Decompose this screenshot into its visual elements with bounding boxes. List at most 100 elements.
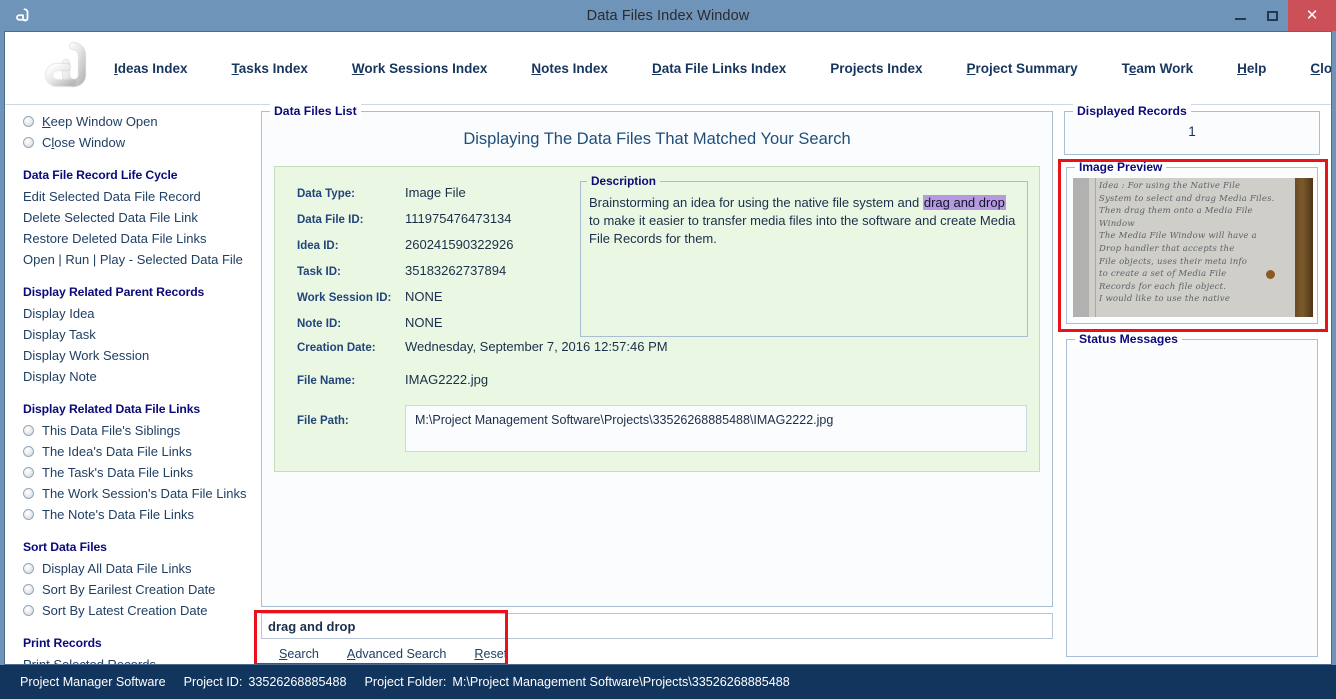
field-label: Data Type: bbox=[297, 188, 355, 200]
sidebar-radio-sort-by-earliest-creation-date[interactable]: Sort By Earilest Creation Date bbox=[23, 579, 253, 600]
sidebar-group-title-related-data-file-links: Display Related Data File Links bbox=[23, 402, 201, 416]
sidebar-item-print-selected-records[interactable]: Print Selected Records bbox=[23, 654, 253, 664]
description-highlight: drag and drop bbox=[922, 195, 1006, 210]
search-button[interactable]: Search bbox=[279, 647, 319, 661]
close-button[interactable]: ✕ bbox=[1288, 0, 1336, 31]
radio-icon[interactable] bbox=[23, 467, 34, 478]
sidebar-option-close-window[interactable]: Close Window bbox=[23, 132, 253, 153]
menu-item-tasks-index[interactable]: Tasks Index bbox=[232, 61, 308, 76]
reset-button[interactable]: Reset bbox=[474, 647, 507, 661]
application-window: Data Files Index Window ✕ Ideas Index Ta… bbox=[0, 0, 1336, 699]
search-input[interactable] bbox=[261, 613, 1053, 639]
minimize-button[interactable] bbox=[1224, 0, 1256, 31]
image-preview-thumbnail[interactable]: Idea : For using the Native File System … bbox=[1073, 178, 1313, 317]
desk-edge bbox=[1295, 178, 1313, 317]
radio-icon[interactable] bbox=[23, 137, 34, 148]
menu-item-projects-index[interactable]: Projects Index bbox=[830, 61, 922, 76]
sidebar-radio-label: Sort By Latest Creation Date bbox=[42, 603, 208, 618]
menu-item-help[interactable]: Help bbox=[1237, 61, 1266, 76]
sidebar-radio-this-data-files-siblings[interactable]: This Data File's Siblings bbox=[23, 420, 253, 441]
sidebar-item-display-work-session[interactable]: Display Work Session bbox=[23, 345, 253, 366]
description-legend: Description bbox=[587, 174, 660, 188]
radio-icon[interactable] bbox=[23, 425, 34, 436]
sidebar-item-display-note[interactable]: Display Note bbox=[23, 366, 253, 387]
handwritten-note-text: Idea : For using the Native File System … bbox=[1099, 181, 1275, 305]
status-project-folder-value: M:\Project Management Software\Projects\… bbox=[452, 675, 790, 689]
sidebar-option-label: Close Window bbox=[42, 135, 126, 150]
sidebar-item-display-idea[interactable]: Display Idea bbox=[23, 303, 253, 324]
status-app-name: Project Manager Software bbox=[20, 675, 166, 689]
radio-icon[interactable] bbox=[23, 116, 34, 127]
window-body: Ideas Index Tasks Index Work Sessions In… bbox=[4, 31, 1332, 665]
menu-item-team-work[interactable]: Team Work bbox=[1122, 61, 1194, 76]
image-preview-legend: Image Preview bbox=[1075, 160, 1167, 174]
description-text-before: Brainstorming an idea for using the nati… bbox=[589, 195, 923, 210]
field-file-path: File Path: M:\Project Management Softwar… bbox=[297, 405, 1027, 452]
sidebar-option-label: Keep Window Open bbox=[42, 114, 158, 129]
sidebar-radio-sort-by-latest-creation-date[interactable]: Sort By Latest Creation Date bbox=[23, 600, 253, 621]
field-value: 111975476473134 bbox=[405, 211, 512, 226]
sidebar-radio-label: The Idea's Data File Links bbox=[42, 444, 192, 459]
displayed-records-panel: Displayed Records 1 bbox=[1064, 104, 1320, 155]
record-field-list: Data Type: Image File Data File ID: 1119… bbox=[297, 185, 627, 341]
search-action-links: Search Advanced Search Reset bbox=[279, 647, 1053, 661]
field-label: Work Session ID: bbox=[297, 292, 392, 304]
radio-icon[interactable] bbox=[23, 584, 34, 595]
menu-item-close-program[interactable]: Close Program bbox=[1310, 61, 1331, 76]
sidebar-item-edit-selected-data-file-record[interactable]: Edit Selected Data File Record bbox=[23, 186, 253, 207]
field-value: NONE bbox=[405, 289, 443, 304]
sidebar-radio-the-ideas-data-file-links[interactable]: The Idea's Data File Links bbox=[23, 441, 253, 462]
app-logo-icon bbox=[42, 39, 92, 97]
radio-icon[interactable] bbox=[23, 563, 34, 574]
sidebar-radio-the-tasks-data-file-links[interactable]: The Task's Data File Links bbox=[23, 462, 253, 483]
sidebar-group-title-life-cycle: Data File Record Life Cycle bbox=[23, 168, 178, 182]
sidebar-radio-the-notes-data-file-links[interactable]: The Note's Data File Links bbox=[23, 504, 253, 525]
field-value: 35183262737894 bbox=[405, 263, 507, 278]
advanced-search-button[interactable]: Advanced Search bbox=[347, 647, 446, 661]
radio-icon[interactable] bbox=[23, 446, 34, 457]
sidebar-group-title-sort-data-files: Sort Data Files bbox=[23, 540, 107, 554]
sidebar-radio-label: This Data File's Siblings bbox=[42, 423, 181, 438]
title-bar: Data Files Index Window ✕ bbox=[0, 0, 1336, 31]
status-project-folder-label: Project Folder: bbox=[364, 675, 447, 689]
window-title: Data Files Index Window bbox=[586, 7, 750, 24]
field-label: Task ID: bbox=[297, 266, 341, 278]
sidebar-item-delete-selected-data-file-link[interactable]: Delete Selected Data File Link bbox=[23, 207, 253, 228]
sidebar-group-title-print-records: Print Records bbox=[23, 636, 102, 650]
maximize-button[interactable] bbox=[1256, 0, 1288, 31]
status-project-id-label: Project ID: bbox=[183, 675, 243, 689]
sidebar-radio-label: Sort By Earilest Creation Date bbox=[42, 582, 216, 597]
radio-icon[interactable] bbox=[23, 509, 34, 520]
right-column: Displayed Records 1 Image Preview Idea :… bbox=[1058, 104, 1331, 664]
field-label: Note ID: bbox=[297, 318, 342, 330]
field-data-type: Data Type: Image File bbox=[297, 185, 627, 202]
sidebar-item-display-task[interactable]: Display Task bbox=[23, 324, 253, 345]
description-panel: Description Brainstorming an idea for us… bbox=[580, 174, 1028, 337]
field-label: Data File ID: bbox=[297, 214, 364, 226]
field-value: 260241590322926 bbox=[405, 237, 514, 252]
sidebar-item-open-run-play-selected-data-file[interactable]: Open | Run | Play - Selected Data File bbox=[23, 249, 253, 270]
sidebar-group-title-parent-records: Display Related Parent Records bbox=[23, 285, 205, 299]
menu-item-project-summary[interactable]: Project Summary bbox=[967, 61, 1078, 76]
menu-item-data-file-links-index[interactable]: Data File Links Index bbox=[652, 61, 786, 76]
status-bar: Project Manager Software Project ID: 335… bbox=[0, 665, 1336, 699]
sidebar-radio-the-work-sessions-data-file-links[interactable]: The Work Session's Data File Links bbox=[23, 483, 253, 504]
displayed-records-legend: Displayed Records bbox=[1073, 104, 1191, 118]
menu-item-notes-index[interactable]: Notes Index bbox=[531, 61, 608, 76]
window-icon bbox=[8, 0, 38, 31]
data-file-record-card[interactable]: Data Type: Image File Data File ID: 1119… bbox=[274, 166, 1040, 472]
field-task-id: Task ID: 35183262737894 bbox=[297, 263, 627, 280]
menu-item-ideas-index[interactable]: Ideas Index bbox=[114, 61, 188, 76]
sidebar-option-keep-window-open[interactable]: Keep Window Open bbox=[23, 111, 253, 132]
data-files-list-legend: Data Files List bbox=[270, 104, 361, 118]
menu-item-work-sessions-index[interactable]: Work Sessions Index bbox=[352, 61, 488, 76]
field-data-file-id: Data File ID: 111975476473134 bbox=[297, 211, 627, 228]
radio-icon[interactable] bbox=[23, 488, 34, 499]
description-text-after: to make it easier to transfer media file… bbox=[589, 213, 1016, 246]
field-label: File Path: bbox=[297, 415, 349, 427]
field-file-name: File Name: IMAG2222.jpg bbox=[297, 372, 1027, 387]
radio-icon[interactable] bbox=[23, 605, 34, 616]
field-value: Image File bbox=[405, 185, 466, 200]
sidebar-item-restore-deleted-data-file-links[interactable]: Restore Deleted Data File Links bbox=[23, 228, 253, 249]
sidebar-radio-display-all-data-file-links[interactable]: Display All Data File Links bbox=[23, 558, 253, 579]
